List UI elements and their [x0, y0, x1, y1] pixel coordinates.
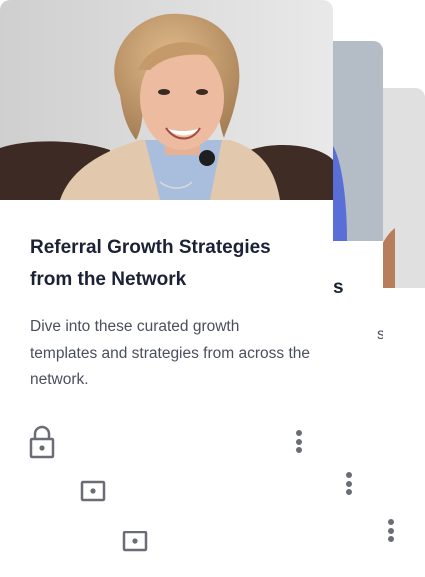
kebab-dot: [296, 430, 302, 436]
lock-icon: [80, 468, 106, 502]
lock-icon: [29, 425, 55, 459]
kebab-dot: [346, 472, 352, 478]
kebab-dot: [388, 519, 394, 525]
kebab-dot: [388, 536, 394, 542]
more-options-button[interactable]: [342, 471, 356, 501]
card-1-description: Dive into these curated growth templates…: [30, 318, 310, 388]
kebab-dot: [388, 527, 394, 534]
card-2-title-fragment: s: [333, 277, 344, 298]
kebab-dot: [346, 480, 352, 487]
kebab-dot: [346, 489, 352, 495]
content-card-1[interactable]: Referral Growth Strategies from the Netw…: [0, 0, 333, 470]
more-options-button[interactable]: [292, 429, 306, 459]
card-1-title[interactable]: Referral Growth Strategies from the Netw…: [30, 232, 310, 296]
card-2-description-fragment: s: [377, 326, 383, 343]
kebab-dot: [296, 447, 302, 453]
kebab-dot: [296, 438, 302, 445]
more-options-button[interactable]: [384, 518, 398, 548]
card-1-thumbnail: [0, 0, 333, 200]
